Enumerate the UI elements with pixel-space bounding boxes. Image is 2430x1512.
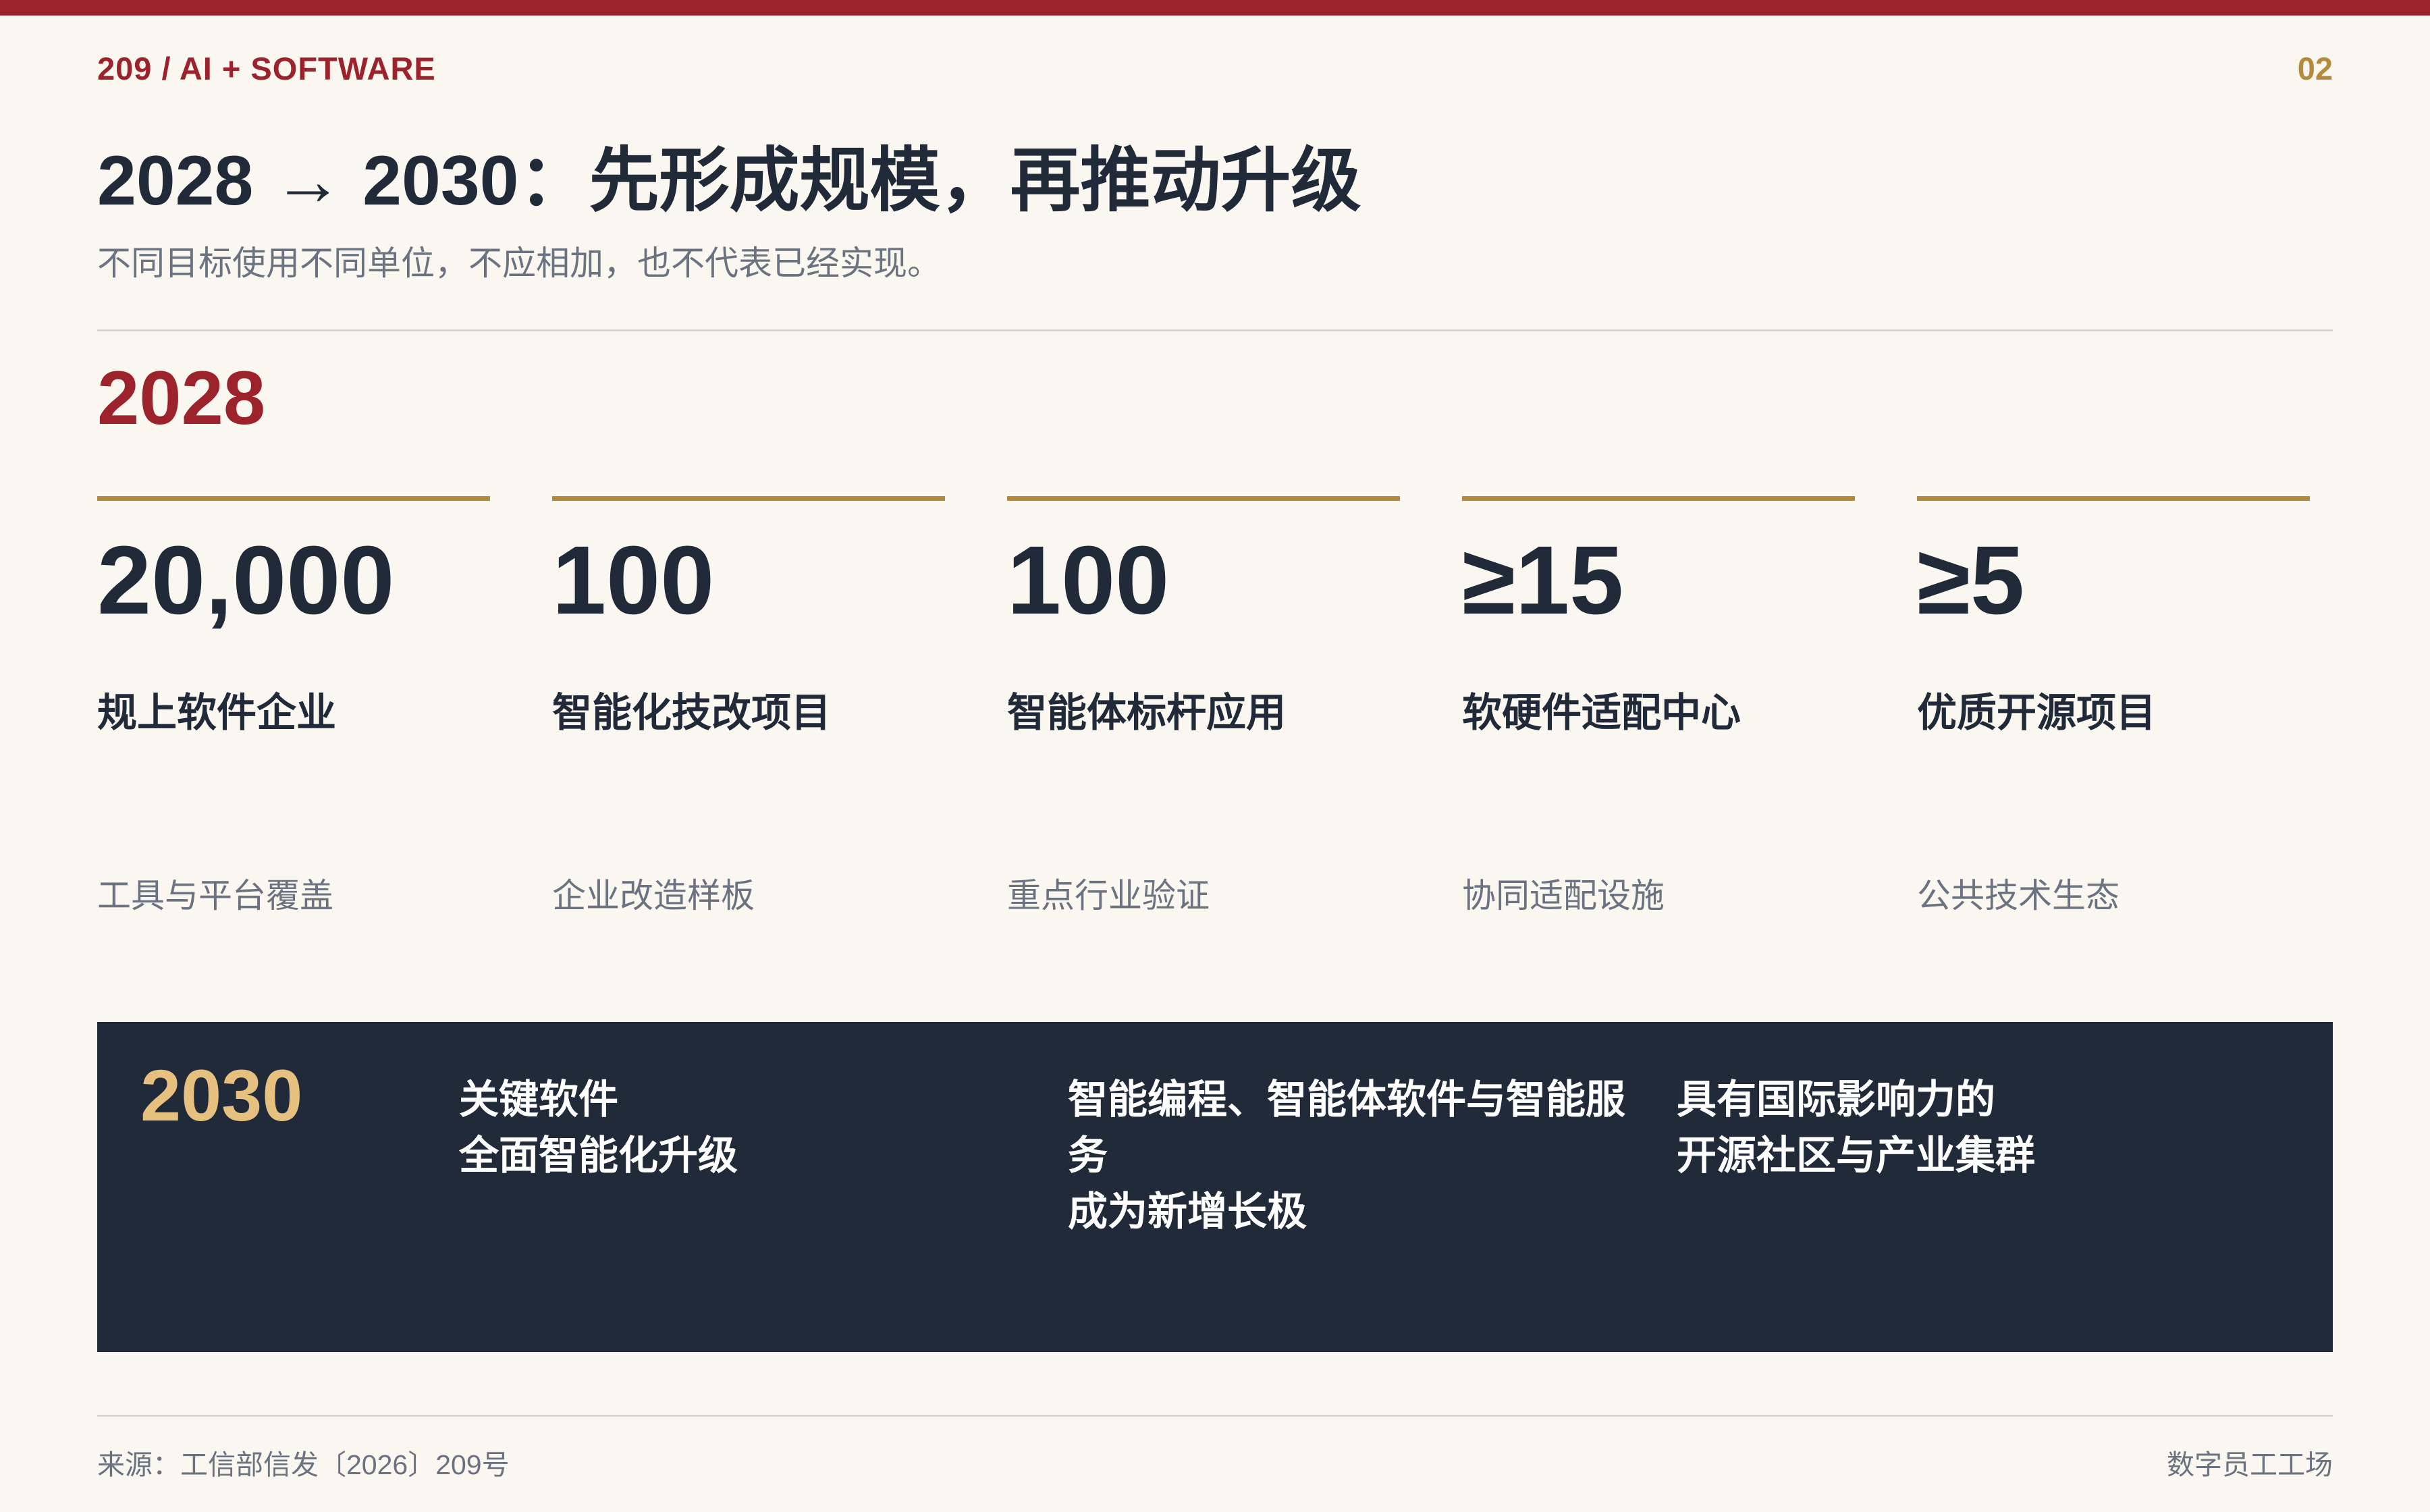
year-2030-heading: 2030 [140, 1054, 303, 1136]
metric-note: 工具与平台覆盖 [97, 877, 333, 915]
slide: 209 / AI + SOFTWARE 02 2028 → 2030：先形成规模… [0, 0, 2430, 1512]
page-title: 2028 → 2030：先形成规模，再推动升级 [97, 142, 1361, 220]
year-2028-heading: 2028 [97, 356, 266, 440]
metric-value: 100 [1007, 526, 1170, 634]
metric-note: 企业改造样板 [552, 877, 755, 915]
goal-item: 具有国际影响力的 开源社区与产业集群 [1677, 1072, 2035, 1184]
goal-item: 智能编程、智能体软件与智能服 务 成为新增长极 [1068, 1072, 1625, 1240]
metric-card: ≥15 软硬件适配中心 协同适配设施 [1462, 496, 1855, 928]
goal-line: 具有国际影响力的 [1677, 1077, 1996, 1122]
metric-note: 协同适配设施 [1462, 877, 1665, 915]
header-divider [97, 329, 2333, 331]
goal-line: 智能编程、智能体软件与智能服 [1068, 1077, 1626, 1122]
metric-note: 重点行业验证 [1007, 877, 1210, 915]
page-number: 02 [2297, 51, 2333, 86]
top-accent-bar [0, 0, 2430, 16]
metric-value: 20,000 [97, 526, 395, 634]
metric-value: ≥15 [1462, 526, 1624, 634]
metric-card: 20,000 规上软件企业 工具与平台覆盖 [97, 496, 490, 928]
goal-line: 务 [1068, 1133, 1108, 1178]
metric-accent-line [97, 496, 490, 501]
metric-accent-line [1462, 496, 1855, 501]
goal-line: 开源社区与产业集群 [1677, 1133, 2036, 1178]
metric-accent-line [1007, 496, 1400, 501]
kicker: 209 / AI + SOFTWARE [97, 51, 436, 86]
page-subtitle: 不同目标使用不同单位，不应相加，也不代表已经实现。 [97, 244, 941, 282]
metric-note: 公共技术生态 [1917, 877, 2120, 915]
metric-card: ≥5 优质开源项目 公共技术生态 [1917, 496, 2310, 928]
metrics-row: 20,000 规上软件企业 工具与平台覆盖 100 智能化技改项目 企业改造样板… [97, 496, 2333, 928]
metric-value: ≥5 [1917, 526, 2025, 634]
metric-label: 智能体标杆应用 [1007, 691, 1287, 735]
metric-value: 100 [552, 526, 715, 634]
footer-source: 来源：工信部信发〔2026〕209号 [97, 1449, 510, 1480]
metric-card: 100 智能化技改项目 企业改造样板 [552, 496, 945, 928]
footer-divider [97, 1415, 2333, 1417]
metric-accent-line [1917, 496, 2310, 501]
metric-card: 100 智能体标杆应用 重点行业验证 [1007, 496, 1400, 928]
goal-line: 全面智能化升级 [459, 1133, 738, 1178]
metric-label: 规上软件企业 [97, 691, 337, 735]
footer-brand: 数字员工工场 [2167, 1449, 2333, 1480]
goal-line: 成为新增长极 [1068, 1189, 1307, 1234]
metric-accent-line [552, 496, 945, 501]
metric-label: 优质开源项目 [1917, 691, 2157, 735]
goal-item: 关键软件 全面智能化升级 [459, 1072, 738, 1184]
metric-label: 智能化技改项目 [552, 691, 832, 735]
goals-2030-panel: 2030 关键软件 全面智能化升级 智能编程、智能体软件与智能服 务 成为新增长… [97, 1022, 2333, 1352]
metric-label: 软硬件适配中心 [1462, 691, 1742, 735]
goal-line: 关键软件 [459, 1077, 619, 1122]
